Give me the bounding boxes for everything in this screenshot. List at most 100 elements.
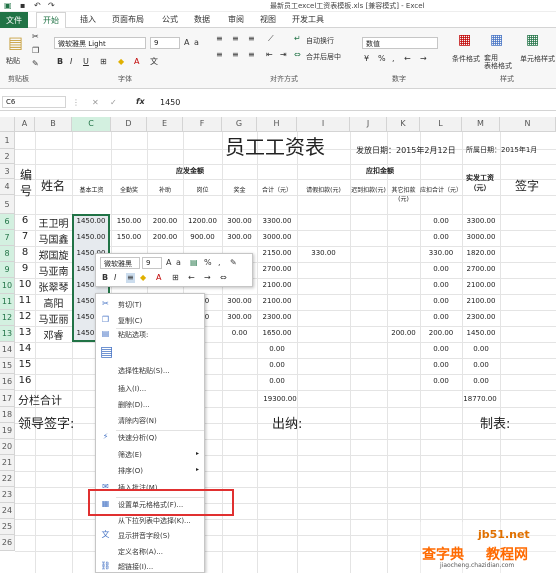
cell-zero[interactable]: 0.00 bbox=[257, 345, 297, 353]
column-header[interactable]: C bbox=[72, 117, 111, 132]
row-header[interactable]: 11 bbox=[0, 294, 15, 310]
cell-post[interactable]: 900.00 bbox=[183, 233, 222, 241]
mini-font-select[interactable]: 微软雅黑 bbox=[100, 257, 140, 269]
cell-styles-button[interactable]: 单元格样式 bbox=[520, 54, 555, 64]
row-header[interactable]: 9 bbox=[0, 262, 15, 278]
cell-net[interactable]: 2700.00 bbox=[462, 265, 500, 273]
font-name-select[interactable]: 微软雅黑 Light bbox=[54, 37, 146, 49]
cell-name[interactable]: 张翠琴 bbox=[35, 279, 72, 294]
cell-no[interactable]: 12 bbox=[15, 311, 35, 322]
cell-zero[interactable]: 0.00 bbox=[257, 361, 297, 369]
row-header[interactable]: 10 bbox=[0, 278, 15, 294]
tab-review[interactable]: 审阅 bbox=[228, 14, 244, 25]
row-header[interactable]: 22 bbox=[0, 471, 15, 487]
row-header[interactable]: 2 bbox=[0, 149, 15, 164]
cell-name[interactable]: 高阳 bbox=[35, 295, 72, 310]
name-box[interactable]: C6 bbox=[2, 96, 66, 108]
percent-icon[interactable]: % bbox=[378, 54, 386, 64]
insert-function-icon[interactable]: fx bbox=[136, 97, 145, 107]
conditional-format-button[interactable]: 条件格式 bbox=[452, 54, 480, 64]
undo-icon[interactable]: ↶ bbox=[34, 1, 41, 11]
mini-font-color-icon[interactable]: A bbox=[156, 273, 161, 283]
mini-italic-icon[interactable]: I bbox=[114, 273, 116, 283]
row-header[interactable]: 16 bbox=[0, 374, 15, 390]
copy-icon[interactable]: ❐ bbox=[32, 46, 39, 56]
row-header[interactable]: 6 bbox=[0, 214, 15, 230]
cell-net[interactable]: 3000.00 bbox=[462, 233, 500, 241]
mini-accounting-icon[interactable]: ▤ bbox=[190, 258, 198, 268]
cell-total[interactable]: 2700.00 bbox=[257, 265, 297, 273]
cell-total[interactable]: 2100.00 bbox=[257, 297, 297, 305]
grow-font-icon[interactable]: A bbox=[184, 38, 189, 48]
increase-indent-icon[interactable]: ⇥ bbox=[280, 50, 287, 60]
cell-net[interactable]: 3300.00 bbox=[462, 217, 500, 225]
cell-total[interactable]: 2300.00 bbox=[257, 313, 297, 321]
cell-no[interactable]: 10 bbox=[15, 279, 35, 290]
align-center-icon[interactable]: ≡ bbox=[232, 50, 239, 60]
row-header[interactable]: 20 bbox=[0, 439, 15, 455]
cell-dedtotal[interactable]: 330.00 bbox=[420, 249, 462, 257]
cell-styles-icon[interactable]: ▦ bbox=[526, 32, 539, 48]
row-header[interactable]: 25 bbox=[0, 519, 15, 535]
menu-item[interactable]: 复制(C) bbox=[118, 316, 142, 326]
cell-dedtotal[interactable]: 200.00 bbox=[420, 329, 462, 337]
mini-increase-decimal-icon[interactable]: ← bbox=[188, 273, 195, 283]
font-size-select[interactable]: 9 bbox=[150, 37, 180, 49]
cell-total[interactable]: 2100.00 bbox=[257, 281, 297, 289]
tab-file[interactable]: 文件 bbox=[0, 12, 28, 28]
column-header[interactable]: D bbox=[111, 117, 147, 132]
row-header[interactable]: 21 bbox=[0, 455, 15, 471]
decrease-decimal-icon[interactable]: → bbox=[420, 54, 427, 64]
cell-other[interactable]: 200.00 bbox=[387, 329, 420, 337]
cell-sub[interactable]: 200.00 bbox=[147, 217, 183, 225]
column-header[interactable]: I bbox=[297, 117, 350, 132]
menu-item[interactable]: 选择性粘贴(S)... bbox=[118, 366, 170, 376]
row-header[interactable]: 18 bbox=[0, 407, 15, 423]
mini-format-painter-icon[interactable]: ✎ bbox=[230, 258, 237, 268]
cell-net[interactable]: 1820.00 bbox=[462, 249, 500, 257]
row-header[interactable]: 8 bbox=[0, 246, 15, 262]
row-header[interactable]: 14 bbox=[0, 342, 15, 358]
align-left-icon[interactable]: ≡ bbox=[216, 50, 223, 60]
merge-center-button[interactable]: 合并后居中 bbox=[306, 52, 341, 62]
mini-shrink-font-icon[interactable]: a bbox=[176, 258, 181, 268]
cell-no[interactable]: 6 bbox=[15, 215, 35, 226]
menu-item[interactable]: 排序(O) bbox=[118, 466, 143, 476]
cell-bonus[interactable]: 300.00 bbox=[222, 297, 257, 305]
tab-page-layout[interactable]: 页面布局 bbox=[112, 14, 144, 25]
row-header[interactable]: 26 bbox=[0, 535, 15, 551]
tab-insert[interactable]: 插入 bbox=[80, 14, 96, 25]
column-header[interactable]: J bbox=[350, 117, 387, 132]
align-top-icon[interactable]: ≡ bbox=[216, 34, 223, 44]
row-header[interactable]: 17 bbox=[0, 390, 15, 407]
cell-no[interactable]: 9 bbox=[15, 263, 35, 274]
row-header[interactable]: 3 bbox=[0, 164, 15, 179]
cell-leave[interactable]: 330.00 bbox=[297, 249, 350, 257]
wrap-text-button[interactable]: 自动换行 bbox=[306, 36, 334, 46]
redo-icon[interactable]: ↷ bbox=[48, 1, 55, 11]
cell-dedtotal[interactable]: 0.00 bbox=[420, 233, 462, 241]
row-header[interactable]: 1 bbox=[0, 132, 15, 149]
mini-fill-color-icon[interactable]: ◆ bbox=[140, 273, 146, 283]
cell-name[interactable]: 马亚丽 bbox=[35, 311, 72, 326]
cell-no[interactable]: 15 bbox=[15, 359, 35, 370]
tab-home[interactable]: 开始 bbox=[36, 12, 66, 28]
comma-style-icon[interactable]: , bbox=[392, 54, 395, 64]
cell-zero[interactable]: 0.00 bbox=[420, 377, 462, 385]
cell-post[interactable]: 1200.00 bbox=[183, 217, 222, 225]
mini-merge-icon[interactable]: ⇔ bbox=[220, 273, 227, 283]
menu-item[interactable]: 超链接(I)... bbox=[118, 562, 153, 572]
cell-total[interactable]: 3000.00 bbox=[257, 233, 297, 241]
row-header[interactable]: 7 bbox=[0, 230, 15, 246]
align-middle-icon[interactable]: ≡ bbox=[232, 34, 239, 44]
increase-decimal-icon[interactable]: ← bbox=[404, 54, 411, 64]
cell-net[interactable]: 2100.00 bbox=[462, 281, 500, 289]
mini-grow-font-icon[interactable]: A bbox=[166, 258, 171, 268]
cell-no[interactable]: 7 bbox=[15, 231, 35, 242]
orientation-icon[interactable]: ⟋ bbox=[268, 34, 274, 44]
cell-no[interactable]: 13 bbox=[15, 327, 35, 338]
row-header[interactable]: 19 bbox=[0, 423, 15, 439]
cell-sub[interactable]: 200.00 bbox=[147, 233, 183, 241]
cell-zero[interactable]: 0.00 bbox=[462, 361, 500, 369]
cell-no[interactable]: 11 bbox=[15, 295, 35, 306]
